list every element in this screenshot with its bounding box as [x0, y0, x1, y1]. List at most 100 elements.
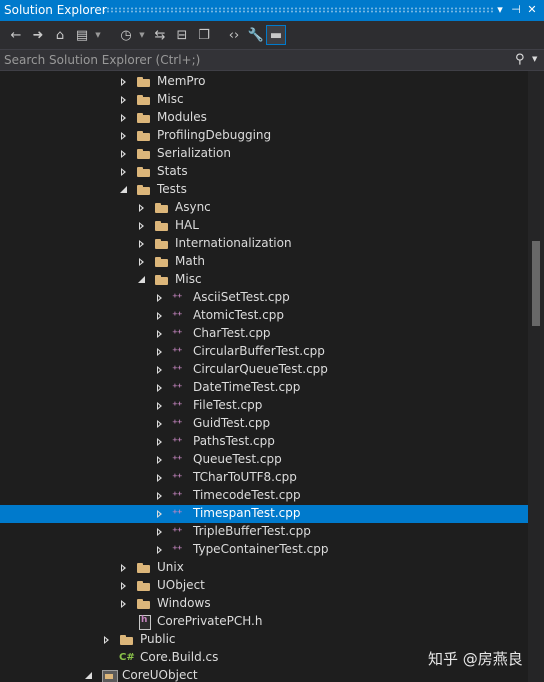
tree-item[interactable]: ⁺⁺ AsciiSetTest.cpp — [0, 289, 528, 307]
tree-item[interactable]: Misc — [0, 91, 528, 109]
expand-arrow-icon[interactable] — [119, 577, 129, 595]
close-icon[interactable]: ✕ — [524, 2, 540, 18]
tree-item[interactable]: ⁺⁺ CircularBufferTest.cpp — [0, 343, 528, 361]
tree-item[interactable]: Async — [0, 199, 528, 217]
tree-item[interactable]: ⁺⁺ TripleBufferTest.cpp — [0, 523, 528, 541]
expand-arrow-icon[interactable] — [137, 199, 147, 217]
expanded-arrow-icon[interactable] — [84, 667, 94, 682]
expand-arrow-icon[interactable] — [155, 433, 165, 451]
csharp-file-icon: C# — [119, 652, 135, 663]
back-button[interactable]: ← — [6, 25, 26, 45]
tree-item[interactable]: Modules — [0, 109, 528, 127]
search-icon[interactable]: ⚲ — [515, 52, 525, 67]
tree-item[interactable]: ⁺⁺ FileTest.cpp — [0, 397, 528, 415]
expand-arrow-icon[interactable] — [155, 379, 165, 397]
expand-arrow-icon[interactable] — [155, 451, 165, 469]
expand-arrow-icon[interactable] — [155, 325, 165, 343]
expand-arrow-icon[interactable] — [155, 307, 165, 325]
tree-item[interactable]: ⁺⁺ CircularQueueTest.cpp — [0, 361, 528, 379]
title-grip[interactable] — [102, 7, 494, 13]
tree-item[interactable]: ⁺⁺ AtomicTest.cpp — [0, 307, 528, 325]
expand-arrow-icon[interactable] — [155, 469, 165, 487]
expand-arrow-icon[interactable] — [119, 109, 129, 127]
search-input[interactable] — [4, 52, 504, 68]
expand-arrow-icon[interactable] — [119, 91, 129, 109]
tree-item-label: ProfilingDebugging — [157, 128, 272, 142]
expand-arrow-icon[interactable] — [119, 145, 129, 163]
tree-item[interactable]: CorePrivatePCH.h — [0, 613, 528, 631]
tree-item[interactable]: ProfilingDebugging — [0, 127, 528, 145]
tree-item[interactable]: ⁺⁺ TypeContainerTest.cpp — [0, 541, 528, 559]
scrollbar-thumb[interactable] — [532, 241, 540, 326]
expand-arrow-icon[interactable] — [119, 163, 129, 181]
view-code-button[interactable]: ‹› — [224, 25, 244, 45]
vertical-scrollbar[interactable] — [528, 71, 544, 682]
tree-item[interactable]: Math — [0, 253, 528, 271]
expand-arrow-icon[interactable] — [119, 559, 129, 577]
tree-item-label: DateTimeTest.cpp — [193, 380, 301, 394]
tree-item-label: Public — [140, 632, 176, 646]
collapse-all-button[interactable]: ⊟ — [172, 25, 192, 45]
cpp-file-icon: ⁺⁺ — [172, 525, 183, 538]
tree-item[interactable]: ⁺⁺ TCharToUTF8.cpp — [0, 469, 528, 487]
expand-arrow-icon[interactable] — [102, 631, 112, 649]
expand-arrow-icon[interactable] — [119, 595, 129, 613]
tree-item-label: Misc — [175, 272, 202, 286]
expanded-arrow-icon[interactable] — [119, 181, 129, 199]
expand-arrow-icon[interactable] — [155, 343, 165, 361]
expand-arrow-icon[interactable] — [119, 73, 129, 91]
tree-item[interactable]: Tests — [0, 181, 528, 199]
tree-item[interactable]: ⁺⁺ PathsTest.cpp — [0, 433, 528, 451]
preview-button[interactable]: ▬ — [266, 25, 286, 45]
tree-item[interactable]: Internationalization — [0, 235, 528, 253]
tree-item[interactable]: ⁺⁺ QueueTest.cpp — [0, 451, 528, 469]
tree-item[interactable]: Unix — [0, 559, 528, 577]
show-all-files-button[interactable]: ❐ — [194, 25, 214, 45]
expand-arrow-icon[interactable] — [155, 361, 165, 379]
search-options-dropdown-icon[interactable]: ▼ — [532, 55, 537, 63]
tree-item[interactable]: MemPro — [0, 73, 528, 91]
expand-arrow-icon[interactable] — [155, 487, 165, 505]
expand-arrow-icon[interactable] — [137, 235, 147, 253]
tree-item[interactable]: ⁺⁺ TimespanTest.cpp — [0, 505, 528, 523]
pending-changes-button[interactable]: ◷ — [116, 25, 136, 45]
tree-item[interactable]: Serialization — [0, 145, 528, 163]
tree-item-label: Misc — [157, 92, 184, 106]
tree-item[interactable]: Public — [0, 631, 528, 649]
tree-item-label: PathsTest.cpp — [193, 434, 275, 448]
tree-item[interactable]: ⁺⁺ GuidTest.cpp — [0, 415, 528, 433]
tree-item[interactable]: ⁺⁺ TimecodeTest.cpp — [0, 487, 528, 505]
expand-arrow-icon[interactable] — [155, 505, 165, 523]
properties-button[interactable]: 🔧 — [246, 25, 266, 45]
tree-item[interactable]: Stats — [0, 163, 528, 181]
tree-item[interactable]: HAL — [0, 217, 528, 235]
sync-button[interactable]: ⇆ — [150, 25, 170, 45]
home-button[interactable]: ⌂ — [50, 25, 70, 45]
tree-item[interactable]: Windows — [0, 595, 528, 613]
tree-item[interactable]: UObject — [0, 577, 528, 595]
tree-item-label: Stats — [157, 164, 188, 178]
pin-icon[interactable]: ⊣ — [508, 2, 524, 18]
expand-arrow-icon[interactable] — [137, 217, 147, 235]
expand-arrow-icon[interactable] — [119, 127, 129, 145]
expand-arrow-icon[interactable] — [155, 415, 165, 433]
expand-arrow-icon[interactable] — [137, 253, 147, 271]
pending-changes-dropdown-icon[interactable]: ▼ — [138, 25, 146, 45]
expand-arrow-icon[interactable] — [155, 541, 165, 559]
search-bar: ⚲ ▼ — [0, 49, 544, 71]
expand-arrow-icon[interactable] — [155, 523, 165, 541]
switch-views-dropdown-icon[interactable]: ▼ — [94, 25, 102, 45]
expand-arrow-icon[interactable] — [155, 397, 165, 415]
tree-item[interactable]: ⁺⁺ DateTimeTest.cpp — [0, 379, 528, 397]
expanded-arrow-icon[interactable] — [137, 271, 147, 289]
expand-arrow-icon[interactable] — [155, 289, 165, 307]
forward-button[interactable]: ➜ — [28, 25, 48, 45]
tree-item[interactable]: ⁺⁺ CharTest.cpp — [0, 325, 528, 343]
tree-item[interactable]: CoreUObject — [0, 667, 528, 682]
tree-item[interactable]: Misc — [0, 271, 528, 289]
switch-views-button[interactable]: ▤ — [72, 25, 92, 45]
clock-icon: ◷ — [120, 27, 132, 43]
tree-item-label: TCharToUTF8.cpp — [193, 470, 297, 484]
tree-item-label: GuidTest.cpp — [193, 416, 271, 430]
dropdown-icon[interactable]: ▾ — [492, 2, 508, 18]
